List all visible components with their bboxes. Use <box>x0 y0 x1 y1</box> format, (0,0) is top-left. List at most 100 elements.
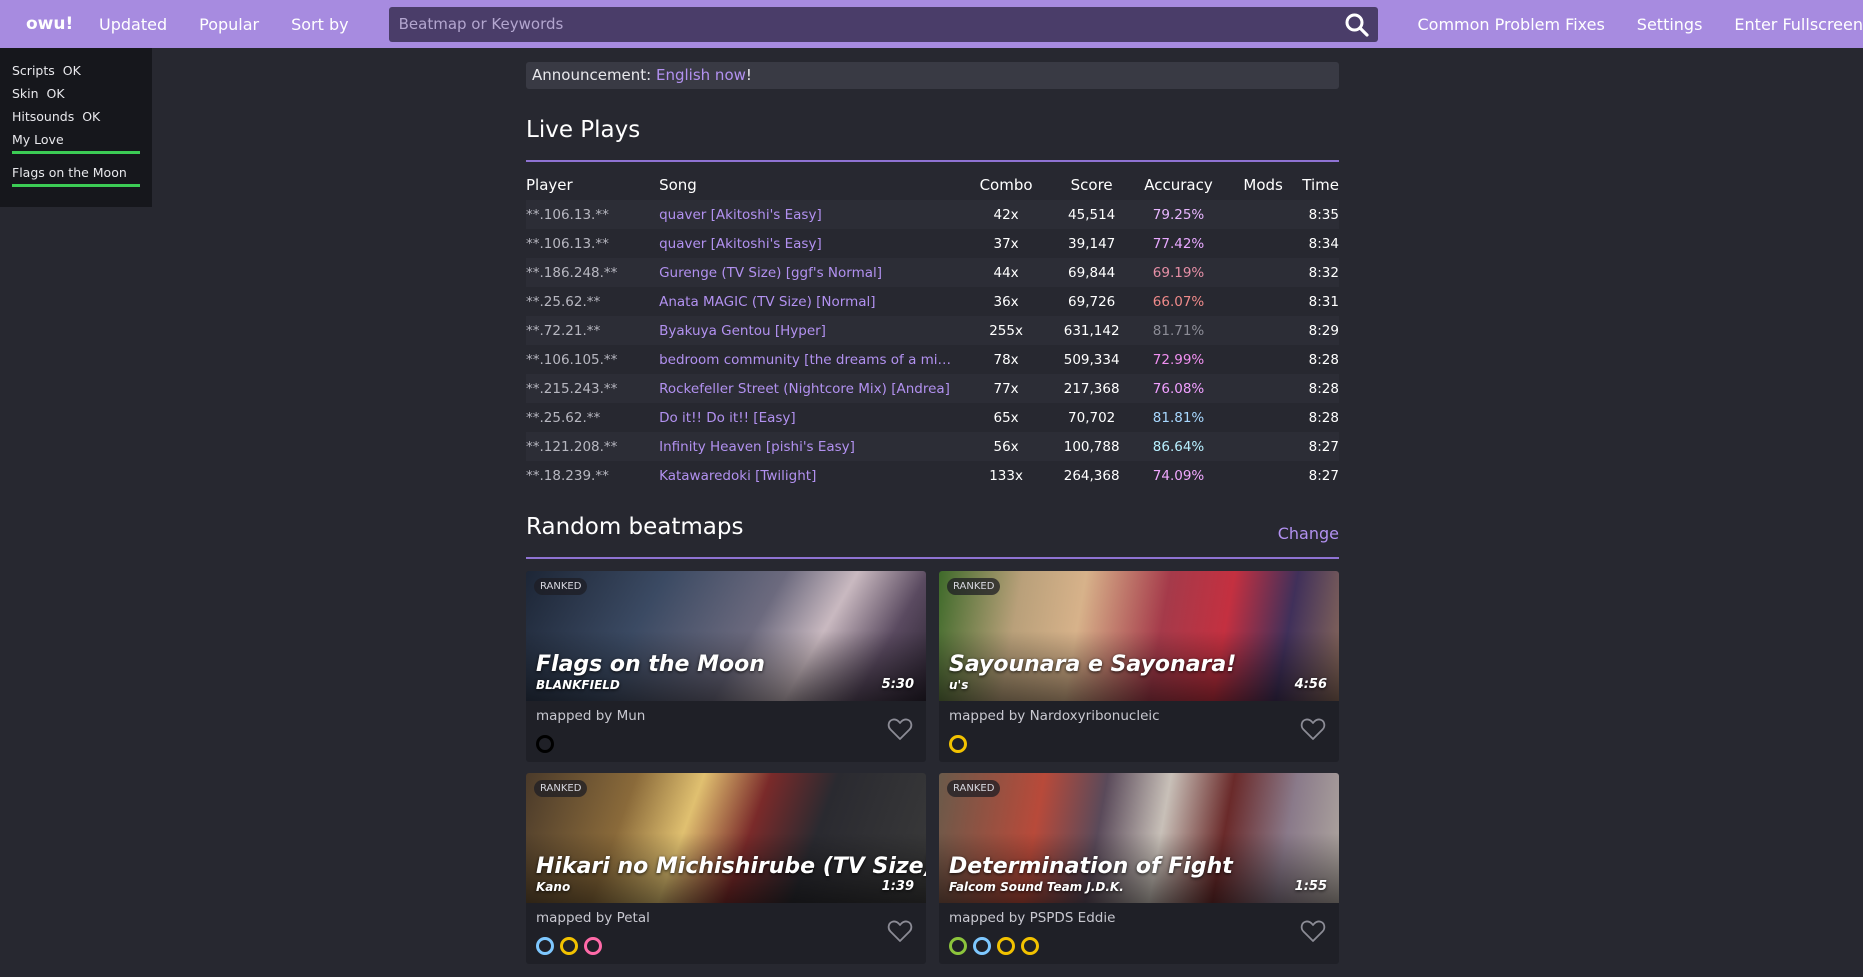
combo-cell: 42x <box>961 200 1051 229</box>
beatmap-length: 4:56 <box>1294 677 1327 692</box>
top-bar: owu! Updated Popular Sort by Common Prob… <box>0 0 1863 48</box>
song-cell: bedroom community [the dreams of a mid… <box>659 345 962 374</box>
nav-settings[interactable]: Settings <box>1637 15 1703 34</box>
beatmap-length: 1:39 <box>881 879 914 894</box>
song-cell: quaver [Akitoshi's Easy] <box>659 229 962 258</box>
table-row: **.106.13.** quaver [Akitoshi's Easy] 42x 4… <box>526 200 1339 229</box>
change-button[interactable]: Change <box>1278 524 1339 543</box>
time-cell: 8:28 <box>1308 409 1339 426</box>
mods-cell <box>1224 258 1303 287</box>
beatmap-mapper: mapped by Petal <box>536 910 650 926</box>
player-cell: **.215.243.** <box>526 374 660 403</box>
table-row: **.106.105.** bedroom community [the drea… <box>526 345 1339 374</box>
mods-cell <box>1224 432 1303 461</box>
score-cell: 69,726 <box>1068 293 1116 310</box>
combo-cell: 56x <box>961 432 1051 461</box>
heart-icon[interactable] <box>887 717 913 741</box>
search-icon[interactable] <box>1344 12 1370 38</box>
difficulty-circle-icon[interactable] <box>560 937 578 955</box>
song-link[interactable]: Rockefeller Street (Nightcore Mix) [Andr… <box>659 381 950 397</box>
score-cell: 100,788 <box>1050 432 1134 461</box>
mods-cell <box>1224 345 1302 374</box>
ranked-badge: RANKED <box>947 780 1001 797</box>
difficulty-circle-icon[interactable] <box>997 937 1015 955</box>
song-link[interactable]: bedroom community [the dreams of a mid… <box>659 352 957 368</box>
song-link[interactable]: Anata MAGIC (TV Size) [Normal] <box>659 294 875 310</box>
difficulty-circle-icon[interactable] <box>536 937 554 955</box>
player-cell: **.106.13.** <box>526 235 609 252</box>
nav-common-problem-fixes[interactable]: Common Problem Fixes <box>1418 15 1605 34</box>
ranked-badge: RANKED <box>947 578 1001 595</box>
beatmap-mapper: mapped by PSPDS Eddie <box>949 910 1116 926</box>
song-link[interactable]: Gurenge (TV Size) [ggf's Normal] <box>659 265 882 281</box>
song-link[interactable]: Byakuya Gentou [Hyper] <box>659 323 826 339</box>
score-cell: 45,514 <box>1050 200 1134 229</box>
nav-popular[interactable]: Popular <box>199 15 259 34</box>
random-beatmaps-title: Random beatmaps <box>526 514 744 540</box>
table-row: **.106.13.** quaver [Akitoshi's Easy] 37x 3… <box>526 229 1339 258</box>
mods-cell <box>1224 200 1303 229</box>
difficulty-circle-icon[interactable] <box>949 937 967 955</box>
beatmap-length: 1:55 <box>1294 879 1327 894</box>
beatmap-mapper: mapped by Nardoxyribonucleic <box>949 708 1160 724</box>
beatmap-artist: Falcom Sound Team J.D.K. <box>949 880 1124 894</box>
heart-icon[interactable] <box>1300 919 1326 943</box>
mods-cell <box>1224 229 1302 258</box>
accuracy-cell: 76.08% <box>1133 374 1224 403</box>
beatmap-banner[interactable]: RANKED Hikari no Michishirube (TV Size) Ka… <box>526 773 926 903</box>
accuracy-cell: 81.81% <box>1152 409 1205 426</box>
accuracy-cell: 72.99% <box>1152 351 1205 368</box>
difficulty-circle-icon[interactable] <box>584 937 602 955</box>
song-cell: Katawaredoki [Twilight] <box>659 461 962 490</box>
beatmap-banner[interactable]: RANKED Determination of Fight Falcom Sound… <box>939 773 1339 903</box>
difficulty-circle-icon[interactable] <box>949 735 967 753</box>
section-divider <box>526 557 1339 559</box>
nav-updated[interactable]: Updated <box>99 15 167 34</box>
combo-cell: 78x <box>993 351 1019 368</box>
live-plays-title: Live Plays <box>526 117 641 143</box>
score-cell: 509,334 <box>1063 351 1120 368</box>
column-header-accuracy: Accuracy <box>1144 176 1213 194</box>
difficulty-list <box>536 735 554 753</box>
ranked-badge: RANKED <box>534 780 588 797</box>
combo-cell: 36x <box>993 293 1019 310</box>
player-cell: **.18.239.** <box>526 467 609 484</box>
heart-icon[interactable] <box>887 919 913 943</box>
search-input[interactable] <box>388 15 1349 33</box>
accuracy-cell: 74.09% <box>1152 467 1205 484</box>
score-cell: 69,844 <box>1050 258 1134 287</box>
song-link[interactable]: Katawaredoki [Twilight] <box>659 468 816 484</box>
beatmap-artist: BLANKFIELD <box>536 678 620 692</box>
announcement-link[interactable]: English now <box>656 66 746 84</box>
progress-bar <box>12 151 140 154</box>
nav-sort-by[interactable]: Sort by <box>291 15 349 34</box>
beatmap-grid: RANKED Flags on the Moon BLANKFIELD 5:30 map… <box>526 571 1339 964</box>
nav-enter-fullscreen[interactable]: Enter Fullscreen <box>1734 15 1863 34</box>
song-link[interactable]: quaver [Akitoshi's Easy] <box>659 236 822 252</box>
table-row: **.121.208.** Infinity Heaven [pishi's Ea… <box>526 432 1339 461</box>
table-row: **.72.21.** Byakuya Gentou [Hyper] 255x 631… <box>526 316 1339 345</box>
beatmap-card[interactable]: RANKED Flags on the Moon BLANKFIELD 5:30 map… <box>526 571 926 762</box>
time-cell: 8:28 <box>1308 351 1339 368</box>
beatmap-card[interactable]: RANKED Hikari no Michishirube (TV Size) Ka… <box>526 773 926 964</box>
time-cell: 8:32 <box>1302 258 1339 287</box>
difficulty-circle-icon[interactable] <box>973 937 991 955</box>
song-link[interactable]: Infinity Heaven [pishi's Easy] <box>659 439 855 455</box>
beatmap-banner[interactable]: RANKED Sayounara e Sayonara! u's 4:56 <box>939 571 1339 701</box>
loaded-song-item: Flags on the Moon <box>12 164 140 197</box>
difficulty-circle-icon[interactable] <box>536 735 554 753</box>
beatmap-card[interactable]: RANKED Determination of Fight Falcom Sound… <box>939 773 1339 964</box>
song-link[interactable]: quaver [Akitoshi's Easy] <box>659 207 822 223</box>
beatmap-banner[interactable]: RANKED Flags on the Moon BLANKFIELD 5:30 <box>526 571 926 701</box>
difficulty-circle-icon[interactable] <box>1021 937 1039 955</box>
column-header-mods: Mods <box>1243 176 1283 194</box>
beatmap-title: Flags on the Moon <box>536 652 765 677</box>
table-row: **.186.248.** Gurenge (TV Size) [ggf's No… <box>526 258 1339 287</box>
song-cell: quaver [Akitoshi's Easy] <box>659 200 962 229</box>
heart-icon[interactable] <box>1300 717 1326 741</box>
beatmap-card[interactable]: RANKED Sayounara e Sayonara! u's 4:56 mapped… <box>939 571 1339 762</box>
progress-bar <box>12 184 140 187</box>
site-logo[interactable]: owu! <box>26 14 73 34</box>
song-link[interactable]: Do it!! Do it!! [Easy] <box>659 410 796 426</box>
table-row: **.25.62.** Anata MAGIC (TV Size) [Normal… <box>526 287 1339 316</box>
